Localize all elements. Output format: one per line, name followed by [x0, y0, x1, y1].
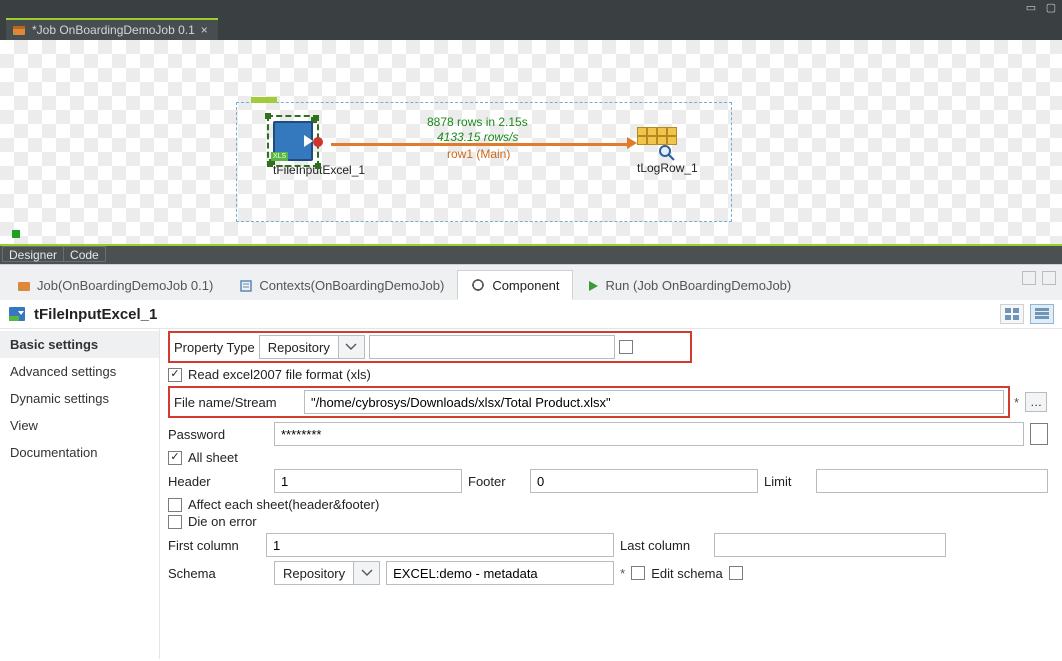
last-col-input[interactable]	[714, 533, 946, 557]
schema-browse-button[interactable]	[631, 566, 645, 580]
tab-job-label: Job(OnBoardingDemoJob 0.1)	[37, 278, 213, 293]
footer-label: Footer	[468, 474, 524, 489]
property-type-value: Repository	[260, 340, 338, 355]
logrow-icon	[637, 127, 677, 159]
password-input[interactable]	[274, 422, 1024, 446]
editor-tab-job[interactable]: *Job OnBoardingDemoJob 0.1 ×	[6, 18, 218, 40]
job-icon	[12, 23, 26, 37]
nav-view[interactable]: View	[0, 412, 159, 439]
design-canvas[interactable]: tFileInputExcel_1 tLogRow_1 8878 rows in…	[0, 40, 1062, 246]
last-col-label: Last column	[620, 538, 708, 553]
tab-contexts-label: Contexts(OnBoardingDemoJob)	[259, 278, 444, 293]
affect-sheet-checkbox[interactable]	[168, 498, 182, 512]
minimize-icon[interactable]: ▭	[1024, 1, 1038, 15]
close-tab-icon[interactable]: ×	[201, 23, 208, 37]
footer-input[interactable]	[530, 469, 758, 493]
view-list-button[interactable]	[1030, 304, 1054, 324]
tab-run-label: Run (Job OnBoardingDemoJob)	[606, 278, 792, 293]
read-2007-checkbox[interactable]	[168, 368, 182, 382]
schema-select[interactable]: Repository	[274, 561, 380, 585]
node-tlogrow[interactable]: tLogRow_1	[637, 127, 698, 175]
read-2007-label: Read excel2007 file format (xls)	[188, 367, 371, 382]
nav-dynamic-settings[interactable]: Dynamic settings	[0, 385, 159, 412]
nav-basic-settings[interactable]: Basic settings	[0, 331, 159, 358]
component-icon	[470, 277, 486, 293]
header-input[interactable]	[274, 469, 462, 493]
limit-label: Limit	[764, 474, 810, 489]
tab-component-label: Component	[492, 278, 559, 293]
mode-tab-strip: Designer Code	[0, 246, 1062, 264]
required-star: *	[620, 566, 625, 581]
mode-tab-code[interactable]: Code	[63, 246, 106, 262]
file-name-input[interactable]	[304, 390, 1004, 414]
password-extra-button[interactable]	[1030, 423, 1048, 445]
component-form-header: tFileInputExcel_1	[0, 300, 1062, 329]
maximize-icon[interactable]: ▢	[1044, 1, 1058, 15]
flow-arrow-icon	[627, 137, 637, 149]
file-name-label: File name/Stream	[174, 395, 300, 410]
edit-schema-label: Edit schema	[651, 566, 723, 581]
node-label: tLogRow_1	[637, 161, 698, 175]
component-title: tFileInputExcel_1	[34, 306, 157, 323]
property-type-row: Property Type Repository	[168, 331, 692, 363]
editor-tab-bar: *Job OnBoardingDemoJob 0.1 ×	[0, 18, 1062, 40]
tab-component[interactable]: Component	[457, 270, 572, 300]
chevron-down-icon	[353, 562, 379, 584]
settings-side-nav: Basic settings Advanced settings Dynamic…	[0, 329, 160, 659]
node-tfileinputexcel[interactable]: tFileInputExcel_1	[273, 121, 365, 177]
canvas-status-indicator	[12, 230, 20, 238]
mode-tab-designer[interactable]: Designer	[2, 246, 64, 262]
schema-ref-input[interactable]	[386, 561, 614, 585]
property-type-ref-input[interactable]	[369, 335, 615, 359]
nav-documentation[interactable]: Documentation	[0, 439, 159, 466]
contexts-icon	[239, 279, 253, 293]
flow-link-label: row1 (Main)	[447, 147, 510, 161]
job-icon	[17, 279, 31, 293]
run-icon	[586, 279, 600, 293]
file-name-row: File name/Stream	[168, 386, 1010, 418]
affect-sheet-label: Affect each sheet(header&footer)	[188, 497, 408, 512]
selection-box: tFileInputExcel_1 tLogRow_1 8878 rows in…	[236, 102, 732, 222]
required-star: *	[1014, 395, 1019, 410]
panel-maximize-icon[interactable]	[1042, 271, 1056, 285]
limit-input[interactable]	[816, 469, 1048, 493]
password-label: Password	[168, 427, 268, 442]
property-type-select[interactable]: Repository	[259, 335, 365, 359]
all-sheet-checkbox[interactable]	[168, 451, 182, 465]
schema-label: Schema	[168, 566, 268, 581]
edit-schema-button[interactable]	[729, 566, 743, 580]
first-col-input[interactable]	[266, 533, 614, 557]
tab-run[interactable]: Run (Job OnBoardingDemoJob)	[573, 271, 805, 300]
property-type-label: Property Type	[174, 340, 255, 355]
nav-advanced-settings[interactable]: Advanced settings	[0, 358, 159, 385]
tab-contexts[interactable]: Contexts(OnBoardingDemoJob)	[226, 271, 457, 300]
selection-handle[interactable]	[251, 97, 277, 103]
file-browse-button[interactable]: …	[1025, 392, 1047, 412]
bottom-tab-strip: Job(OnBoardingDemoJob 0.1) Contexts(OnBo…	[0, 264, 1062, 300]
editor-tab-title: *Job OnBoardingDemoJob 0.1	[32, 23, 195, 37]
xls-icon	[273, 121, 313, 161]
xls-small-icon	[8, 305, 26, 323]
die-on-error-checkbox[interactable]	[168, 515, 182, 529]
property-type-browse-button[interactable]	[619, 340, 633, 354]
chevron-down-icon	[338, 336, 364, 358]
first-col-label: First column	[168, 538, 260, 553]
flow-stats-rows: 8878 rows in 2.15s	[427, 115, 528, 129]
schema-value: Repository	[275, 566, 353, 581]
component-form-body: Basic settings Advanced settings Dynamic…	[0, 329, 1062, 659]
flow-stats-rate: 4133.15 rows/s	[437, 130, 518, 144]
tab-job[interactable]: Job(OnBoardingDemoJob 0.1)	[4, 271, 226, 300]
view-grid-button[interactable]	[1000, 304, 1024, 324]
all-sheet-label: All sheet	[188, 450, 238, 465]
settings-fields: Property Type Repository Read excel2007 …	[160, 329, 1062, 659]
die-on-error-label: Die on error	[188, 514, 268, 529]
header-label: Header	[168, 474, 268, 489]
panel-minimize-icon[interactable]	[1022, 271, 1036, 285]
editor-header: ▭ ▢	[0, 0, 1062, 18]
